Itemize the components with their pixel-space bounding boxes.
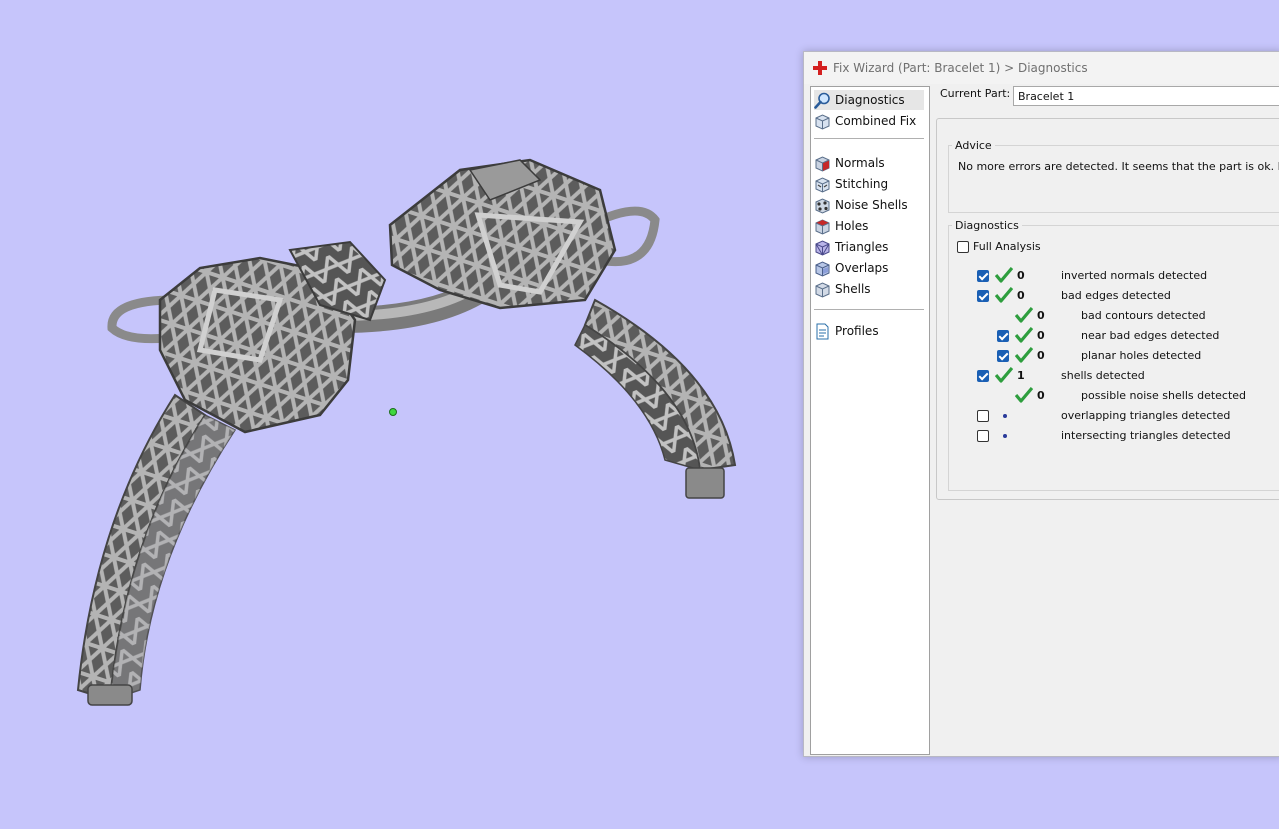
sidebar-item-label: Combined Fix (835, 114, 917, 128)
triangles-cube-icon (815, 239, 830, 256)
diagnostics-panel: Advice No more errors are detected. It s… (936, 118, 1279, 500)
full-analysis-label: Full Analysis (973, 240, 1041, 253)
full-analysis-checkbox[interactable] (957, 241, 969, 253)
noise-shells-label: possible noise shells detected (1081, 389, 1247, 402)
bad-edges-label: bad edges detected (1061, 289, 1171, 302)
sidebar-item-shells[interactable]: Shells (814, 279, 924, 299)
overlapping-triangles-checkbox[interactable] (977, 410, 989, 422)
red-cross-icon (813, 61, 827, 75)
overlaps-cube-icon (815, 260, 830, 277)
sidebar-item-label: Shells (835, 282, 871, 296)
cube-icon (815, 113, 830, 130)
profile-document-icon (816, 323, 829, 339)
sidebar-item-diagnostics[interactable]: Diagnostics (814, 90, 924, 110)
green-check-icon (995, 287, 1013, 303)
not-analyzed-dot-icon (1003, 414, 1007, 418)
green-check-icon (1015, 307, 1033, 323)
fix-steps-sidebar: Diagnostics Combined Fix Normals Stitchi… (810, 86, 930, 755)
sidebar-item-label: Overlaps (835, 261, 889, 275)
advice-title: Advice (952, 139, 995, 152)
near-bad-edges-checkbox[interactable] (997, 330, 1009, 342)
shells-count: 1 (1017, 369, 1025, 382)
sidebar-item-noise-shells[interactable]: Noise Shells (814, 195, 924, 215)
window-title: Fix Wizard (Part: Bracelet 1) > Diagnost… (833, 61, 1088, 75)
sidebar-item-triangles[interactable]: Triangles (814, 237, 924, 257)
shells-checkbox[interactable] (977, 370, 989, 382)
normals-cube-icon (815, 155, 830, 172)
advice-text: No more errors are detected. It seems th… (958, 160, 1279, 173)
sidebar-item-stitching[interactable]: Stitching (814, 174, 924, 194)
magnifier-icon (814, 92, 830, 109)
sidebar-item-holes[interactable]: Holes (814, 216, 924, 236)
planar-holes-label: planar holes detected (1081, 349, 1202, 362)
advice-group (948, 145, 1279, 213)
noise-shells-count: 0 (1037, 389, 1045, 402)
inverted-normals-checkbox[interactable] (977, 270, 989, 282)
sidebar-item-label: Profiles (835, 324, 879, 338)
near-bad-edges-label: near bad edges detected (1081, 329, 1220, 342)
planar-holes-count: 0 (1037, 349, 1045, 362)
stitching-cube-icon (815, 176, 830, 193)
noise-shells-icon (815, 197, 830, 214)
diagnostics-title: Diagnostics (952, 219, 1022, 232)
inverted-normals-count: 0 (1017, 269, 1025, 282)
sidebar-item-label: Stitching (835, 177, 889, 191)
shells-cube-icon (815, 281, 830, 298)
overlapping-triangles-label: overlapping triangles detected (1061, 409, 1231, 422)
sidebar-item-label: Diagnostics (835, 93, 905, 107)
sidebar-item-label: Noise Shells (835, 198, 908, 212)
sidebar-item-label: Normals (835, 156, 885, 170)
sidebar-item-label: Holes (835, 219, 869, 233)
green-check-icon (1015, 327, 1033, 343)
green-check-icon (1015, 347, 1033, 363)
green-check-icon (995, 267, 1013, 283)
near-bad-edges-count: 0 (1037, 329, 1045, 342)
bad-contours-label: bad contours detected (1081, 309, 1206, 322)
current-part-label: Current Part: (940, 87, 1011, 100)
not-analyzed-dot-icon (1003, 434, 1007, 438)
green-check-icon (1015, 387, 1033, 403)
sidebar-item-overlaps[interactable]: Overlaps (814, 258, 924, 278)
holes-cube-icon (815, 218, 830, 235)
bad-edges-count: 0 (1017, 289, 1025, 302)
sidebar-item-normals[interactable]: Normals (814, 153, 924, 173)
sidebar-item-combined-fix[interactable]: Combined Fix (814, 111, 924, 131)
inverted-normals-label: inverted normals detected (1061, 269, 1208, 282)
fix-wizard-window: Fix Wizard (Part: Bracelet 1) > Diagnost… (803, 51, 1279, 757)
sidebar-divider (814, 138, 924, 139)
sidebar-divider (814, 309, 924, 310)
planar-holes-checkbox[interactable] (997, 350, 1009, 362)
bracelet-model[interactable] (0, 0, 800, 829)
current-part-field[interactable]: Bracelet 1 (1013, 86, 1279, 106)
title-bar[interactable]: Fix Wizard (Part: Bracelet 1) > Diagnost… (804, 52, 1279, 84)
sidebar-item-label: Triangles (835, 240, 889, 254)
intersecting-triangles-label: intersecting triangles detected (1061, 429, 1231, 442)
green-check-icon (995, 367, 1013, 383)
shells-label: shells detected (1061, 369, 1145, 382)
intersecting-triangles-checkbox[interactable] (977, 430, 989, 442)
bad-edges-checkbox[interactable] (977, 290, 989, 302)
bad-contours-count: 0 (1037, 309, 1045, 322)
sidebar-item-profiles[interactable]: Profiles (814, 321, 924, 341)
